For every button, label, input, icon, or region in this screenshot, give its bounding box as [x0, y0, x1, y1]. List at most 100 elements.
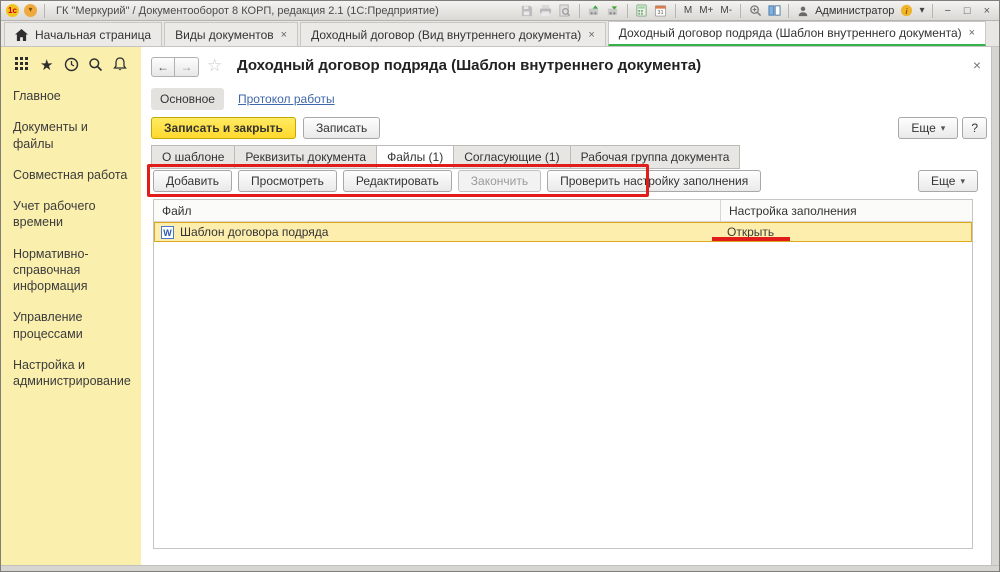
history-icon[interactable]: [63, 56, 80, 73]
current-user-label[interactable]: Администратор: [815, 5, 894, 17]
column-header-file[interactable]: Файл: [154, 204, 720, 218]
favorites-icon[interactable]: ★: [38, 56, 55, 74]
tab-label: Доходный договор (Вид внутреннего докуме…: [311, 27, 582, 42]
save-and-close-button[interactable]: Записать и закрыть: [151, 117, 296, 139]
check-fill-settings-button[interactable]: Проверить настройку заполнения: [547, 170, 762, 192]
info-icon[interactable]: i: [899, 4, 913, 18]
open-settings-link[interactable]: Открыть: [727, 225, 774, 239]
memory-mminus-button[interactable]: M-: [719, 5, 733, 16]
edit-file-button[interactable]: Редактировать: [342, 170, 452, 192]
chevron-down-icon: ▾: [940, 122, 946, 133]
sidebar-item-reference-info[interactable]: Нормативно-справочная информация: [1, 238, 141, 302]
tab-approvers[interactable]: Согласующие (1): [453, 145, 571, 169]
tab-files[interactable]: Файлы (1): [376, 145, 455, 169]
files-toolbar-more: Еще ▾: [918, 170, 978, 192]
tab-label: Виды документов: [175, 27, 274, 42]
files-more-button[interactable]: Еще ▾: [918, 170, 978, 192]
notifications-bell-icon[interactable]: [111, 56, 128, 73]
save-button[interactable]: Записать: [302, 117, 381, 139]
more-button-label: Еще: [911, 121, 936, 135]
section-sidebar: ★ Главное Документы и файлы Совместная р…: [1, 47, 141, 567]
command-bar: Записать и закрыть Записать: [151, 117, 381, 139]
search-icon[interactable]: [87, 56, 104, 73]
maximize-button[interactable]: □: [960, 5, 975, 17]
memory-m-button[interactable]: M: [683, 5, 693, 16]
sidebar-item-collaboration[interactable]: Совместная работа: [1, 159, 141, 190]
view-file-button[interactable]: Просмотреть: [238, 170, 337, 192]
tab-home-label: Начальная страница: [35, 27, 152, 42]
app-tab-bar: Начальная страница Виды документов × Дох…: [1, 21, 999, 47]
close-tab-icon[interactable]: ×: [969, 27, 975, 39]
sidebar-item-main[interactable]: Главное: [1, 80, 141, 111]
history-nav: ← →: [151, 57, 199, 77]
add-file-button[interactable]: Добавить: [153, 170, 233, 192]
tab-document-kinds[interactable]: Виды документов ×: [164, 22, 299, 46]
save-icon[interactable]: [520, 4, 534, 18]
tab-about-template[interactable]: О шаблоне: [151, 145, 236, 169]
tab-working-group[interactable]: Рабочая группа документа: [569, 145, 741, 169]
zoom-icon[interactable]: [748, 4, 762, 18]
form-area: ← → ☆ Доходный договор подряда (Шаблон в…: [141, 47, 993, 561]
window-title: ГК "Меркурий" / Документооборот 8 КОРП, …: [56, 4, 439, 17]
window-frame-bottom: [1, 565, 999, 571]
back-button[interactable]: ←: [151, 57, 175, 77]
send-file-icon[interactable]: [587, 4, 601, 18]
form-title: Доходный договор подряда (Шаблон внутрен…: [237, 57, 702, 74]
file-cell[interactable]: W Шаблон договора подряда: [155, 225, 719, 239]
sidebar-tools: ★: [1, 47, 141, 80]
print-preview-icon[interactable]: [558, 4, 572, 18]
1c-logo-icon: 1с: [6, 4, 19, 17]
close-tab-icon[interactable]: ×: [281, 29, 287, 41]
nav-work-protocol-link[interactable]: Протокол работы: [238, 92, 335, 106]
divider: [626, 3, 628, 18]
app-window: 1с ▾ ГК "Меркурий" / Документооборот 8 К…: [0, 0, 1000, 572]
tab-document-attributes[interactable]: Реквизиты документа: [234, 145, 378, 169]
info-dropdown-icon[interactable]: ▾: [918, 5, 925, 16]
calculator-icon[interactable]: [635, 4, 649, 18]
forward-button[interactable]: →: [175, 57, 199, 77]
split-window-icon[interactable]: [767, 4, 781, 18]
tab-income-contract[interactable]: Доходный договор (Вид внутреннего докуме…: [300, 22, 606, 46]
file-name-label: Шаблон договора подряда: [180, 225, 329, 239]
table-row[interactable]: W Шаблон договора подряда Открыть: [154, 222, 972, 242]
files-more-label: Еще: [931, 174, 956, 188]
word-file-icon: W: [161, 225, 174, 239]
sidebar-item-documents-files[interactable]: Документы и файлы: [1, 111, 141, 159]
sidebar-item-process-management[interactable]: Управление процессами: [1, 301, 141, 349]
divider: [932, 3, 934, 18]
window-frame-right: [991, 47, 999, 567]
nav-main-link[interactable]: Основное: [151, 88, 224, 110]
command-bar-right: Еще ▾ ?: [898, 117, 987, 139]
files-table-header: Файл Настройка заполнения: [154, 200, 972, 222]
favorite-star-icon[interactable]: ☆: [207, 56, 222, 76]
help-button[interactable]: ?: [962, 117, 987, 139]
divider: [740, 3, 742, 18]
main-menu-icon[interactable]: ▾: [24, 4, 37, 17]
calendar-icon[interactable]: 31: [654, 4, 668, 18]
divider: [578, 3, 580, 18]
close-tab-icon[interactable]: ×: [588, 29, 594, 41]
sidebar-item-time-tracking[interactable]: Учет рабочего времени: [1, 190, 141, 238]
close-form-icon[interactable]: ×: [973, 57, 981, 73]
memory-mplus-button[interactable]: M+: [698, 5, 714, 16]
finish-edit-button: Закончить: [457, 170, 542, 192]
home-icon: [15, 28, 28, 41]
chevron-down-icon: ▾: [960, 175, 965, 186]
more-button[interactable]: Еще ▾: [898, 117, 959, 139]
tab-home[interactable]: Начальная страница: [4, 22, 163, 46]
title-bar: 1с ▾ ГК "Меркурий" / Документооборот 8 К…: [1, 1, 999, 21]
receive-file-icon[interactable]: [606, 4, 620, 18]
close-window-button[interactable]: ×: [980, 5, 994, 17]
tab-contract-template[interactable]: Доходный договор подряда (Шаблон внутрен…: [607, 21, 987, 46]
sidebar-item-settings-administration[interactable]: Настройка и администрирование: [1, 349, 141, 397]
form-tab-strip: О шаблоне Реквизиты документа Файлы (1) …: [151, 145, 741, 169]
divider: [44, 3, 45, 18]
form-nav: Основное Протокол работы: [151, 88, 335, 110]
minimize-button[interactable]: −: [940, 5, 954, 17]
sections-menu-icon[interactable]: [14, 56, 31, 73]
divider: [788, 3, 790, 18]
fill-setting-cell: Открыть: [719, 223, 971, 241]
column-header-fill-setting[interactable]: Настройка заполнения: [720, 200, 972, 221]
print-icon[interactable]: [539, 4, 553, 18]
user-icon: [796, 4, 810, 18]
